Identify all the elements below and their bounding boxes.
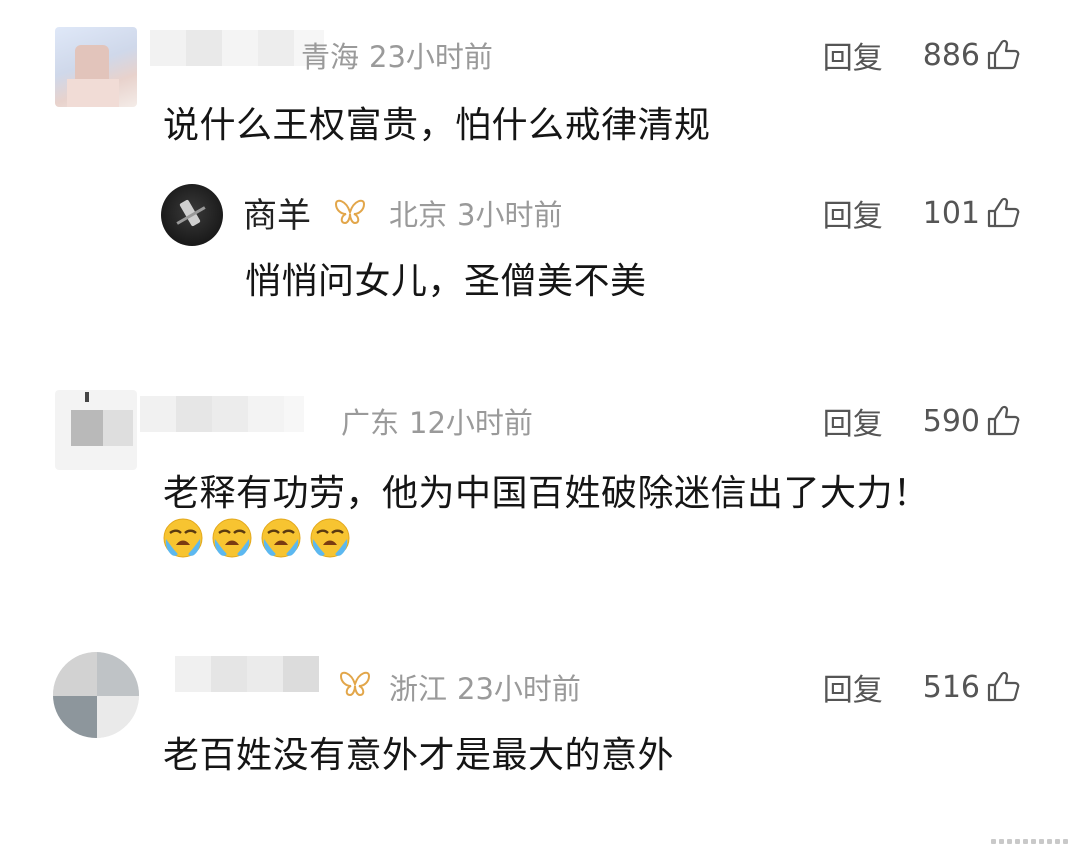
comment-meta: 北京 3小时前 [389, 192, 562, 234]
like-count: 101 [922, 195, 980, 231]
butterfly-badge-icon [334, 199, 366, 225]
comment-text: 老百姓没有意外才是最大的意外 [163, 735, 675, 776]
thumbs-up-icon[interactable] [986, 405, 1020, 437]
timestamp: 23小时前 [457, 672, 581, 706]
crying-face-emoji-icon [163, 518, 203, 558]
comment-meta: 广东 12小时前 [341, 400, 533, 442]
comment-actions: 回复 516 [823, 665, 1020, 709]
crying-face-emoji-icon [261, 518, 301, 558]
reply-button[interactable]: 回复 [823, 191, 883, 235]
reply-button[interactable]: 回复 [823, 399, 883, 443]
comment-text: 说什么王权富贵，怕什么戒律清规 [163, 105, 711, 146]
avatar[interactable] [53, 652, 139, 738]
location: 青海 [301, 40, 360, 74]
comment-meta: 浙江 23小时前 [389, 666, 581, 708]
comment-actions: 回复 101 [823, 191, 1020, 235]
reply-button[interactable]: 回复 [823, 33, 883, 77]
timestamp: 12小时前 [409, 406, 533, 440]
comment-meta: 青海 23小时前 [301, 34, 493, 76]
timestamp: 3小时前 [457, 198, 563, 232]
comment-2: 广东 12小时前 回复 590 老释有功劳，他为中国百姓破除迷信出了大力！ [0, 380, 1078, 580]
comment-actions: 回复 590 [823, 399, 1020, 443]
comment-actions: 回复 886 [823, 33, 1020, 77]
crying-face-emoji-icon [212, 518, 252, 558]
like-count: 516 [922, 669, 980, 705]
comment-3: 浙江 23小时前 回复 516 老百姓没有意外才是最大的意外 [0, 640, 1078, 800]
location: 广东 [341, 406, 400, 440]
butterfly-badge-icon [339, 671, 371, 697]
timestamp: 23小时前 [369, 40, 493, 74]
more-indicator [991, 839, 1068, 844]
thumbs-up-icon[interactable] [986, 39, 1020, 71]
username[interactable]: 商羊 [243, 188, 311, 237]
like-count: 886 [922, 37, 980, 73]
emoji-row [162, 517, 351, 559]
username-redacted[interactable] [150, 30, 324, 66]
comment-reply: 商羊 北京 3小时前 回复 101 悄悄问女儿，圣僧美不美 [0, 180, 1078, 310]
thumbs-up-icon[interactable] [986, 197, 1020, 229]
username-redacted[interactable] [140, 396, 304, 432]
location: 浙江 [389, 672, 448, 706]
reply-button[interactable]: 回复 [823, 665, 883, 709]
comment-1: 青海 23小时前 回复 886 说什么王权富贵，怕什么戒律清规 [0, 0, 1078, 170]
like-count: 590 [922, 403, 980, 439]
comment-text: 悄悄问女儿，圣僧美不美 [245, 261, 647, 302]
avatar[interactable] [55, 390, 137, 470]
avatar[interactable] [55, 27, 137, 107]
location: 北京 [389, 198, 448, 232]
avatar[interactable] [161, 184, 223, 246]
crying-face-emoji-icon [310, 518, 350, 558]
comment-text: 老释有功劳，他为中国百姓破除迷信出了大力！ [163, 473, 930, 514]
thumbs-up-icon[interactable] [986, 671, 1020, 703]
username-redacted[interactable] [175, 656, 319, 692]
